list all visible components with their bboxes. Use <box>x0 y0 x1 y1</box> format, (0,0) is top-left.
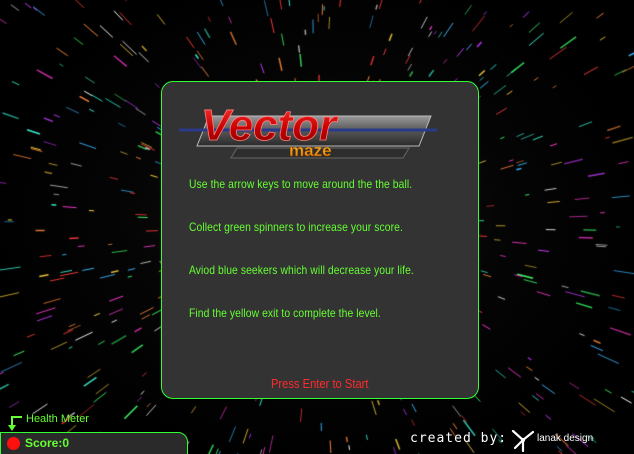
instruction-exit: Find the yellow exit to complete the lev… <box>189 306 381 320</box>
health-meter-label: Health Meter <box>26 413 89 425</box>
instruction-collect: Collect green spinners to increase your … <box>189 220 403 234</box>
lanak-logo-icon <box>511 429 535 452</box>
press-enter-label: Press Enter to Start <box>271 376 369 391</box>
instruction-avoid: Aviod blue seekers which will decrease y… <box>189 263 414 277</box>
game-stage[interactable]: Vector maze Use the arrow keys to move a… <box>0 0 634 454</box>
score-display: Score:0 <box>25 436 70 450</box>
press-enter-prompt[interactable]: Press Enter to Start <box>162 376 478 391</box>
credit-line: created by: lanak design <box>410 428 634 452</box>
health-arrow-icon <box>8 416 22 431</box>
instructions-panel: Vector maze Use the arrow keys to move a… <box>161 81 479 399</box>
health-meter-indicator <box>7 437 20 450</box>
credit-prefix: created by: <box>410 431 508 446</box>
score-bar: Score:0 <box>0 432 188 454</box>
instruction-move: Use the arrow keys to move around the th… <box>189 177 413 191</box>
credit-name: lanak design <box>537 433 594 444</box>
logo-title-bottom: maze <box>289 141 332 160</box>
game-logo: Vector maze <box>179 101 437 160</box>
